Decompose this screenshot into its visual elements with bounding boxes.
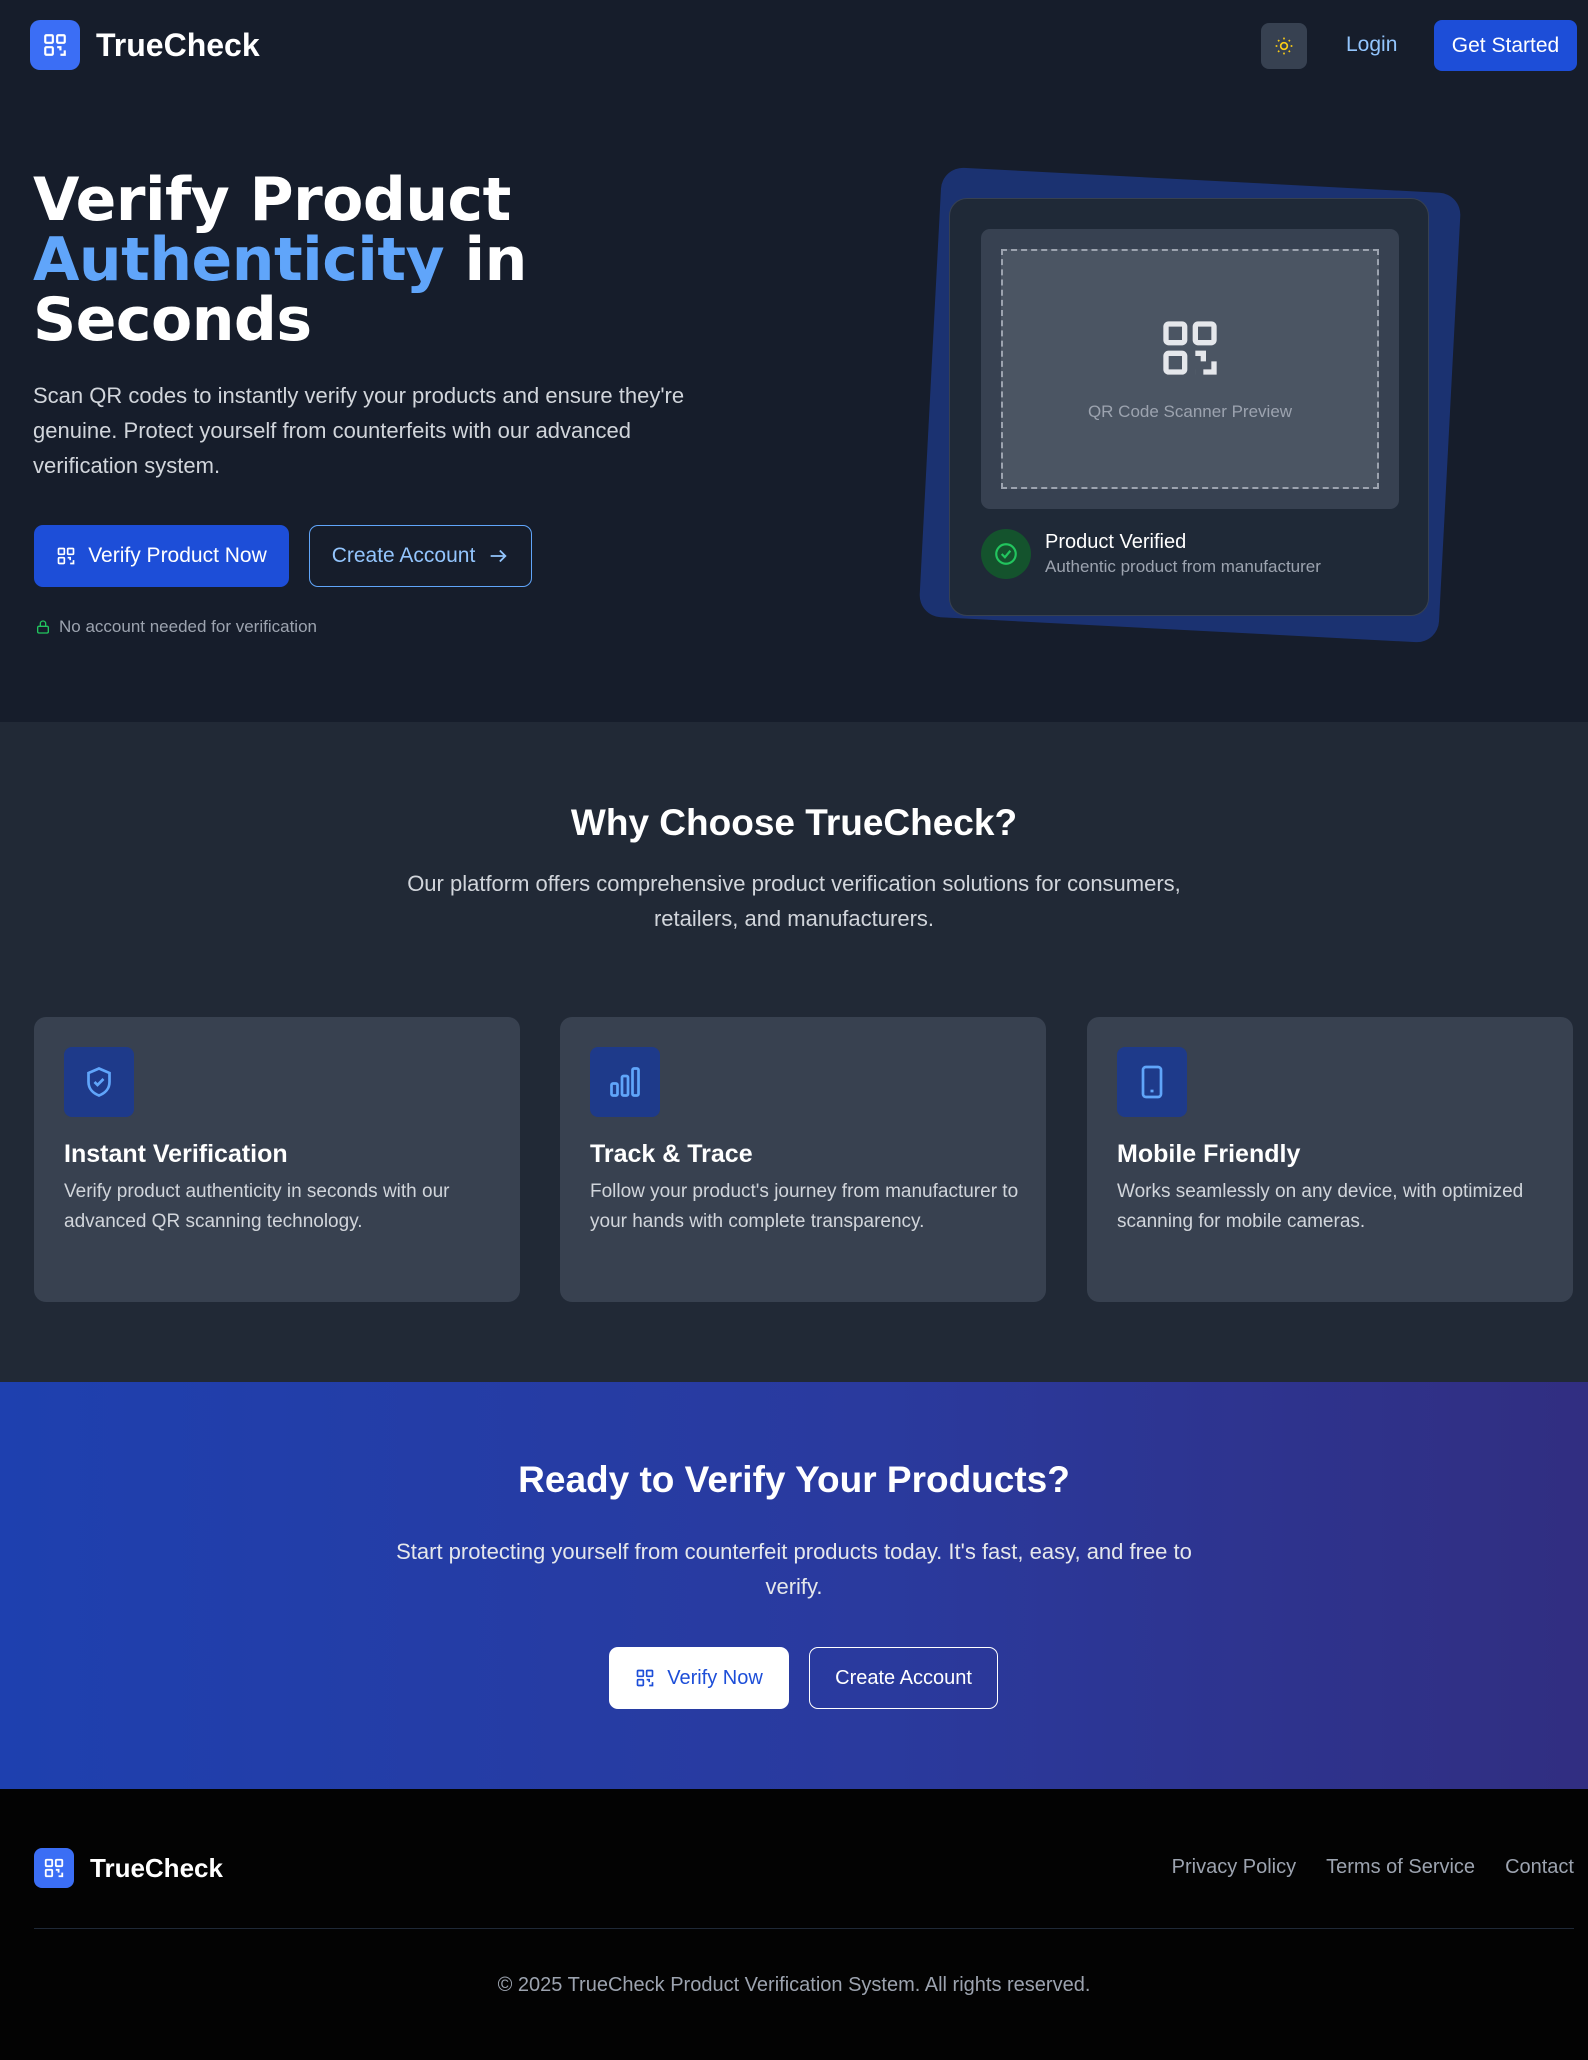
- verify-now-label: Verify Now: [667, 1666, 763, 1689]
- hero-title-mid: in: [444, 225, 528, 295]
- scanner-label: QR Code Scanner Preview: [1087, 402, 1293, 421]
- lock-icon: [37, 620, 49, 634]
- hero-section: Verify Product Authenticity in Seconds S…: [0, 90, 1588, 722]
- features-section: Why Choose TrueCheck? Our platform offer…: [0, 722, 1588, 1382]
- privacy-policy-link[interactable]: Privacy Policy: [1172, 1856, 1296, 1879]
- qr-code-icon: [636, 1669, 654, 1687]
- verified-title: Product Verified: [1045, 531, 1187, 553]
- cta-section: Ready to Verify Your Products? Start pro…: [0, 1382, 1588, 1789]
- check-circle-icon: [981, 529, 1031, 579]
- contact-link[interactable]: Contact: [1505, 1856, 1574, 1879]
- footer-brand[interactable]: TrueCheck: [34, 1848, 223, 1888]
- scanner-frame: QR Code Scanner Preview: [1001, 249, 1379, 489]
- arrow-right-icon: [490, 549, 507, 563]
- cta-create-account-button[interactable]: Create Account: [809, 1647, 998, 1709]
- qr-code-icon: [30, 20, 80, 70]
- footer-links: Privacy Policy Terms of Service Contact: [1172, 1856, 1574, 1879]
- create-account-label: Create Account: [331, 544, 476, 567]
- hero-title-line3: Seconds: [33, 285, 312, 355]
- verification-status: Product Verified Authentic product from …: [981, 529, 1321, 579]
- terms-of-service-link[interactable]: Terms of Service: [1326, 1856, 1475, 1879]
- bar-chart-icon: [590, 1047, 660, 1117]
- feature-card-track-trace: Track & Trace Follow your product's jour…: [560, 1017, 1046, 1302]
- verify-product-button[interactable]: Verify Product Now: [34, 525, 289, 587]
- qr-code-icon: [57, 547, 75, 565]
- feature-title: Instant Verification: [64, 1140, 288, 1168]
- brand[interactable]: TrueCheck: [30, 20, 260, 70]
- create-account-button[interactable]: Create Account: [309, 525, 532, 587]
- feature-description: Works seamlessly on any device, with opt…: [1117, 1181, 1524, 1232]
- feature-card-mobile-friendly: Mobile Friendly Works seamlessly on any …: [1087, 1017, 1573, 1302]
- qr-code-icon: [1163, 321, 1217, 375]
- verify-now-button[interactable]: Verify Now: [609, 1647, 789, 1709]
- feature-title: Track & Trace: [590, 1140, 753, 1168]
- theme-toggle-button[interactable]: [1261, 23, 1307, 69]
- feature-description: Follow your product's journey from manuf…: [590, 1181, 1019, 1232]
- shield-check-icon: [64, 1047, 134, 1117]
- feature-card-instant-verification: Instant Verification Verify product auth…: [34, 1017, 520, 1302]
- verify-product-label: Verify Product Now: [88, 544, 267, 567]
- hero-description: Scan QR codes to instantly verify your p…: [33, 383, 685, 478]
- footer-brand-name: TrueCheck: [90, 1852, 223, 1883]
- scanner-area: QR Code Scanner Preview: [981, 229, 1399, 509]
- hero-title: Verify Product Authenticity in Seconds: [33, 170, 793, 350]
- no-account-text: No account needed for verification: [59, 617, 317, 636]
- brand-name: TrueCheck: [96, 26, 260, 63]
- cta-title: Ready to Verify Your Products?: [518, 1459, 1070, 1500]
- site-footer: TrueCheck Privacy Policy Terms of Servic…: [0, 1789, 1588, 2060]
- sun-icon: [1275, 37, 1293, 55]
- feature-title: Mobile Friendly: [1117, 1140, 1301, 1168]
- no-account-note: No account needed for verification: [35, 617, 317, 637]
- cta-subtitle: Start protecting yourself from counterfe…: [396, 1539, 1192, 1599]
- smartphone-icon: [1117, 1047, 1187, 1117]
- qr-code-icon: [34, 1848, 74, 1888]
- copyright: © 2025 TrueCheck Product Verification Sy…: [497, 1974, 1091, 1996]
- features-subtitle: Our platform offers comprehensive produc…: [407, 871, 1181, 931]
- login-link[interactable]: Login: [1346, 33, 1397, 57]
- site-header: TrueCheck Login Get Started: [0, 0, 1588, 90]
- feature-description: Verify product authenticity in seconds w…: [64, 1181, 450, 1232]
- features-title: Why Choose TrueCheck?: [570, 802, 1018, 843]
- get-started-button[interactable]: Get Started: [1434, 20, 1577, 71]
- scanner-preview-card: QR Code Scanner Preview Product Verified…: [949, 198, 1429, 616]
- verified-subtitle: Authentic product from manufacturer: [1045, 557, 1321, 576]
- footer-divider: [34, 1928, 1574, 1929]
